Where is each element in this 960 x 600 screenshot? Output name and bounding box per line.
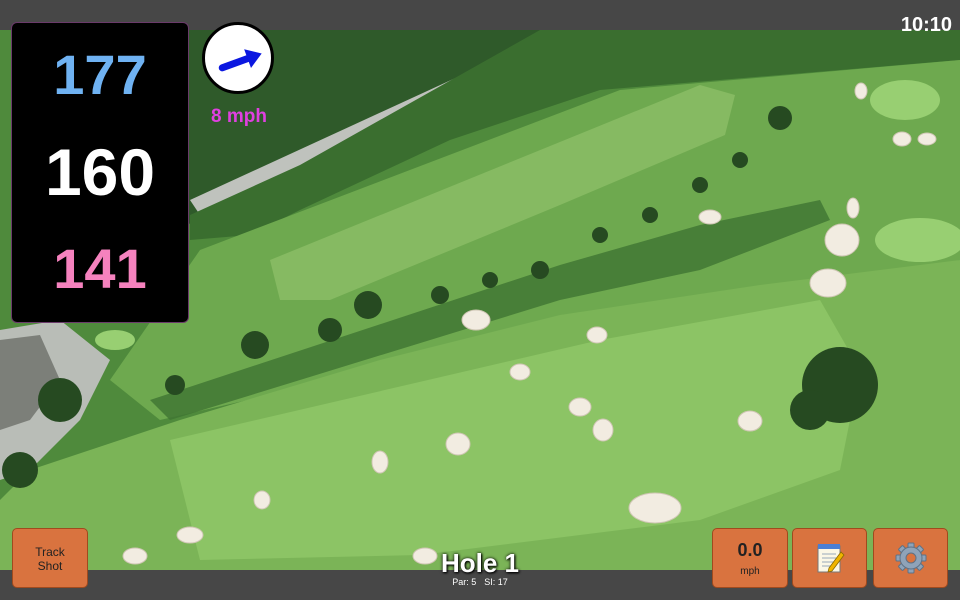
back-distance: 177 [53,43,147,106]
notes-button[interactable] [792,528,867,588]
hole-par: Par: 5 [452,577,477,587]
hole-title: Hole 1 [440,548,520,578]
notepad-icon [817,544,845,573]
status-time: 10:10 [900,14,952,36]
wind-button[interactable]: 0.0 mph [712,528,788,588]
track-shot-label-line1: Track [35,545,65,559]
wind-indicator [202,22,274,94]
wind-speed-label: 8 mph [211,106,267,127]
gear-icon [895,542,926,574]
center-distance: 160 [44,135,156,209]
distance-panel: 177 160 141 [11,22,189,323]
front-distance: 141 [53,237,147,300]
wind-arrow-icon [218,49,262,72]
wind-button-value: 0.0 [737,540,763,560]
settings-button[interactable] [873,528,948,588]
hole-info: Par: 5 SI: 17 [380,577,580,587]
track-shot-button[interactable]: Track Shot [12,528,88,588]
track-shot-label-line2: Shot [37,559,63,573]
hole-stroke-index: SI: 17 [484,577,508,587]
wind-button-unit: mph [740,566,760,577]
